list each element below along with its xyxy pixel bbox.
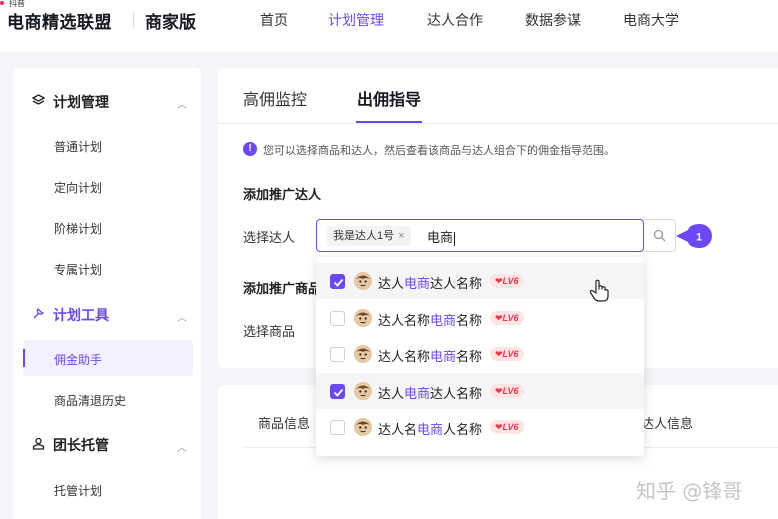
sidebar-active-highlight: [23, 340, 193, 376]
search-icon: [653, 229, 666, 242]
select-creator-label: 选择达人: [243, 230, 296, 245]
avatar: [354, 381, 372, 400]
checkbox[interactable]: [330, 420, 345, 435]
checkbox[interactable]: [330, 310, 345, 326]
sidebar-group-label: 计划工具: [53, 307, 109, 323]
creator-option-name: 达人名电商人名称: [378, 419, 482, 438]
name-prefix: 达人名称: [378, 349, 431, 364]
search-query: 电商: [427, 227, 456, 246]
creator-option[interactable]: 达人名电商人名称 ❤LV6: [316, 409, 644, 445]
top-bar: 抖音 电商精选联盟 商家版 首页 计划管理 达人合作 数据参谋 电商大学: [0, 0, 778, 52]
name-suffix: 名称: [456, 349, 483, 364]
text-caret: [454, 231, 456, 246]
table-header-product-info: 商品信息: [258, 416, 311, 431]
tool-icon: [31, 307, 45, 323]
sidebar-item-regular-plan[interactable]: 普通计划: [54, 138, 102, 155]
name-prefix: 达人: [378, 276, 405, 291]
level-badge: ❤LV6: [490, 274, 524, 288]
creator-option[interactable]: 达人名称电商名称 ❤LV6: [316, 336, 644, 372]
selected-creator-tag-label: 我是达人1号: [333, 230, 395, 242]
creator-select-input[interactable]: 我是达人1号 × 电商: [316, 219, 644, 252]
sidebar-group-leader-hosting[interactable]: 团长托管: [31, 435, 109, 455]
level-badge: ❤LV6: [490, 310, 524, 325]
section-add-product: 添加推广商品: [243, 281, 322, 296]
table-header-creator-info: 达人信息: [641, 416, 694, 431]
name-highlight: 电商: [430, 349, 457, 364]
nav-home[interactable]: 首页: [260, 10, 288, 30]
creator-option-name: 达人电商达人名称: [378, 273, 482, 292]
sidebar-active-indicator: [23, 349, 25, 367]
nav-plan-management[interactable]: 计划管理: [328, 10, 384, 30]
creator-option-name: 达人电商达人名称: [378, 383, 482, 402]
sidebar-group-label: 计划管理: [53, 94, 109, 110]
info-text: 您可以选择商品和达人，然后查看该商品与达人组合下的佣金指导范围。: [263, 145, 615, 157]
nav-creator-cooperation[interactable]: 达人合作: [427, 10, 483, 30]
search-query-text: 电商: [427, 230, 454, 245]
name-highlight: 电商: [417, 422, 444, 437]
name-prefix: 达人名: [378, 422, 418, 437]
sidebar-item-commission-assistant[interactable]: 佣金助手: [54, 351, 102, 368]
checkbox-checked[interactable]: [330, 383, 345, 399]
creator-option[interactable]: 达人名称电商名称 ❤LV6: [316, 300, 644, 336]
section-add-creator: 添加推广达人: [243, 187, 322, 202]
sidebar-item-product-removal-history[interactable]: 商品清退历史: [54, 392, 126, 409]
step-badge: 1: [676, 224, 712, 248]
step-badge-number: 1: [696, 232, 702, 244]
selected-creator-tag[interactable]: 我是达人1号 ×: [327, 226, 411, 246]
name-suffix: 达人名称: [430, 276, 483, 291]
name-prefix: 达人: [378, 385, 405, 401]
search-button[interactable]: [644, 219, 676, 252]
level-badge: ❤LV6: [490, 383, 524, 398]
check-icon: [333, 388, 344, 397]
layers-icon: [31, 94, 45, 110]
level-badge: ❤LV6: [490, 347, 524, 361]
user-group-icon: [31, 437, 45, 453]
tab-high-commission-monitor[interactable]: 高佣监控: [243, 86, 307, 110]
chevron-up-icon[interactable]: ︿: [177, 96, 187, 111]
brand-subtitle: 商家版: [145, 13, 196, 32]
sidebar-group-label: 团长托管: [53, 437, 109, 453]
tab-commission-guidance[interactable]: 出佣指导: [357, 86, 421, 110]
close-icon[interactable]: ×: [398, 230, 404, 242]
sidebar: 计划管理 ︿ 普通计划 定向计划 阶梯计划 专属计划 计划工具 ︿ 佣金助手 商…: [13, 68, 201, 519]
sidebar-group-plan-tools[interactable]: 计划工具: [31, 305, 109, 325]
name-prefix: 达人名称: [378, 312, 431, 328]
level-badge: ❤LV6: [490, 420, 524, 434]
avatar: [354, 345, 372, 363]
hand-cursor-icon: [589, 279, 609, 302]
avatar: [354, 272, 372, 290]
brand-title[interactable]: 电商精选联盟: [7, 8, 112, 33]
checkbox[interactable]: [330, 347, 345, 362]
tab-divider: [218, 123, 778, 124]
name-suffix: 名称: [456, 312, 483, 328]
nav-data-advisor[interactable]: 数据参谋: [525, 10, 581, 30]
name-suffix: 人名称: [443, 422, 483, 437]
info-icon: !: [243, 142, 257, 156]
name-highlight: 电商: [404, 276, 431, 291]
chevron-up-icon[interactable]: ︿: [177, 309, 187, 324]
name-highlight: 电商: [404, 385, 431, 401]
brand-divider: [133, 12, 134, 28]
sidebar-item-hosted-plan[interactable]: 托管计划: [54, 482, 102, 499]
avatar: [354, 308, 372, 327]
nav-ecommerce-university[interactable]: 电商大学: [623, 10, 679, 30]
douyin-logo-icon: [0, 1, 4, 5]
name-suffix: 达人名称: [430, 385, 483, 401]
select-product-label: 选择商品: [243, 324, 296, 339]
chevron-up-icon[interactable]: ︿: [177, 439, 187, 454]
checkbox-checked[interactable]: [330, 274, 345, 289]
sidebar-item-targeted-plan[interactable]: 定向计划: [54, 179, 102, 196]
sidebar-group-plan-management[interactable]: 计划管理: [31, 92, 109, 112]
name-highlight: 电商: [430, 312, 457, 328]
creator-option-name: 达人名称电商名称: [378, 346, 482, 365]
watermark: 知乎 @锋哥: [636, 479, 743, 503]
avatar: [354, 418, 372, 436]
sidebar-item-tiered-plan[interactable]: 阶梯计划: [54, 220, 102, 237]
creator-option[interactable]: 达人电商达人名称 ❤LV6: [316, 372, 644, 409]
creator-option-name: 达人名称电商名称: [378, 310, 482, 329]
check-icon: [333, 278, 344, 287]
sidebar-item-exclusive-plan[interactable]: 专属计划: [54, 261, 102, 278]
